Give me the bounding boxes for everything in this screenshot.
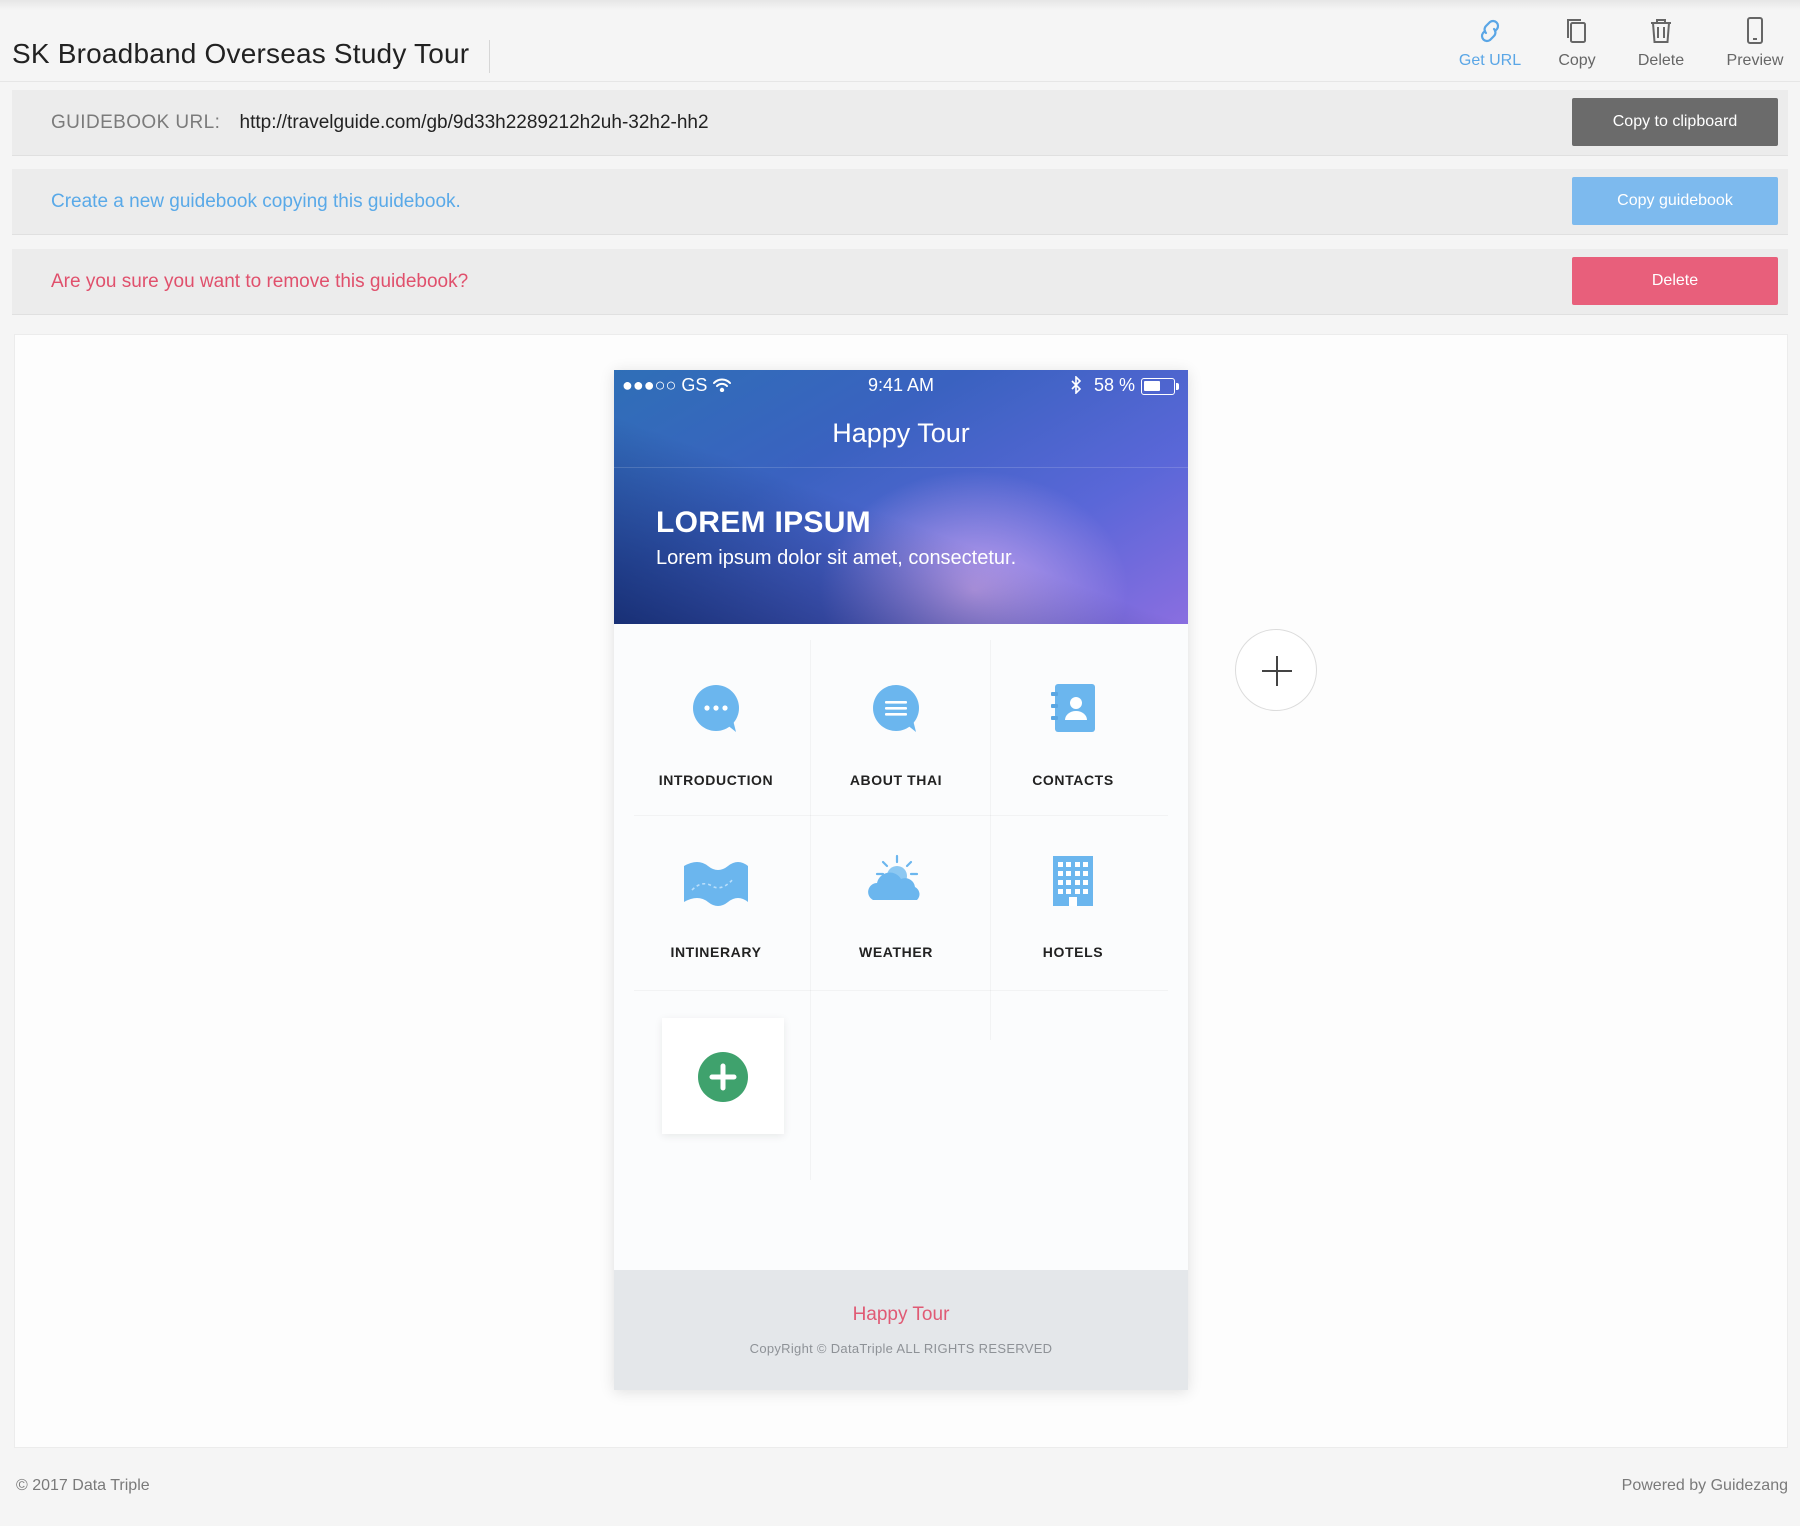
menu-label: ABOUT THAI (849, 772, 943, 788)
copy-icon (1541, 14, 1613, 48)
footer-app-title: Happy Tour (852, 1304, 950, 1325)
phone-icon (1716, 14, 1794, 48)
footer-copyright-left: © 2017 Data Triple (16, 1477, 150, 1494)
copy-label: Copy (1558, 52, 1596, 69)
battery-fill (1144, 381, 1160, 391)
menu-label: INTINERARY (670, 944, 762, 960)
menu-item-itinerary[interactable]: INTINERARY (627, 804, 805, 974)
hero-subtitle: Lorem ipsum dolor sit amet, consectetur. (656, 547, 1017, 569)
hotel-building-icon (984, 854, 1162, 914)
add-section-button[interactable] (1235, 629, 1317, 711)
grid-divider (634, 990, 1168, 991)
phone-preview: ●●●○○ GS 9:41 AM 58 % Happy Tour LOREM I… (614, 370, 1188, 1390)
preview-button[interactable]: Preview (1716, 14, 1794, 76)
menu-item-hotels[interactable]: HOTELS (984, 804, 1162, 974)
link-icon (1451, 14, 1529, 48)
chat-bubble-lines-icon (807, 682, 985, 742)
url-bar: GUIDEBOOK URL: http://travelguide.com/gb… (12, 90, 1788, 156)
confirm-delete-button[interactable]: Delete (1572, 257, 1778, 305)
battery-percent: 58 % (1094, 375, 1136, 395)
footer-copyright: CopyRight © DataTriple ALL RIGHTS RESERV… (749, 1341, 1053, 1356)
hero-banner[interactable]: ●●●○○ GS 9:41 AM 58 % Happy Tour LOREM I… (614, 370, 1188, 624)
bluetooth-icon (1070, 375, 1082, 399)
menu-item-introduction[interactable]: INTRODUCTION (627, 632, 805, 802)
url-value[interactable]: http://travelguide.com/gb/9d33h2289212h2… (240, 112, 709, 133)
header: SK Broadband Overseas Study Tour Get URL… (0, 0, 1800, 82)
copy-to-clipboard-button[interactable]: Copy to clipboard (1572, 98, 1778, 146)
copy-button[interactable]: Copy (1541, 14, 1613, 76)
preview-label: Preview (1726, 52, 1784, 69)
menu-label: WEATHER (859, 944, 933, 960)
hero-divider (614, 467, 1188, 468)
menu-label: INTRODUCTION (658, 772, 774, 788)
phone-footer: Happy Tour CopyRight © DataTriple ALL RI… (614, 1270, 1188, 1390)
trash-icon (1625, 14, 1697, 48)
menu-item-about-thai[interactable]: ABOUT THAI (807, 632, 985, 802)
get-url-button[interactable]: Get URL (1451, 14, 1529, 76)
copy-guidebook-button[interactable]: Copy guidebook (1572, 177, 1778, 225)
copy-guidebook-bar: Create a new guidebook copying this guid… (12, 169, 1788, 235)
delete-confirm-text: Are you sure you want to remove this gui… (51, 271, 469, 292)
map-icon (627, 854, 805, 914)
delete-label: Delete (1637, 52, 1685, 69)
status-bar: ●●●○○ GS 9:41 AM 58 % (614, 370, 1188, 402)
menu-label: HOTELS (1042, 944, 1104, 960)
contact-book-icon (984, 682, 1162, 742)
add-menu-item-button[interactable] (662, 1018, 784, 1134)
battery-icon (1141, 378, 1179, 395)
get-url-label: Get URL (1458, 52, 1522, 69)
plus-icon (1262, 656, 1292, 686)
hero-heading: LOREM IPSUM (656, 506, 871, 539)
footer-powered-by: Powered by Guidezang (1621, 1477, 1788, 1494)
add-icon (698, 1052, 748, 1102)
title-divider (489, 40, 490, 73)
delete-guidebook-bar: Are you sure you want to remove this gui… (12, 249, 1788, 315)
app-title: Happy Tour (832, 418, 970, 448)
page-title: SK Broadband Overseas Study Tour (12, 38, 470, 69)
menu-label: CONTACTS (1032, 772, 1114, 788)
chat-bubble-dots-icon (627, 682, 805, 742)
menu-item-weather[interactable]: WEATHER (807, 804, 985, 974)
copy-guidebook-link[interactable]: Create a new guidebook copying this guid… (51, 191, 461, 213)
delete-button[interactable]: Delete (1625, 14, 1697, 76)
weather-sun-cloud-icon (807, 854, 985, 914)
menu-item-contacts[interactable]: CONTACTS (984, 632, 1162, 802)
url-label: GUIDEBOOK URL: (51, 112, 221, 133)
